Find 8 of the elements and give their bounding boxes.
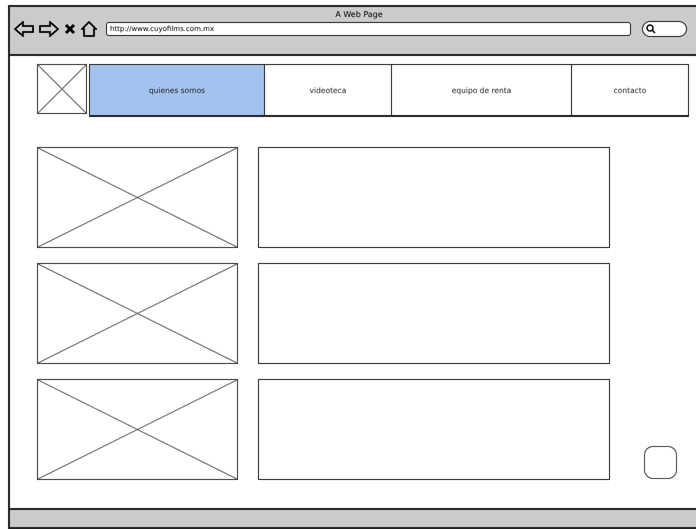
- window-title: A Web Page: [335, 10, 383, 19]
- search-field[interactable]: [642, 21, 687, 37]
- forward-icon[interactable]: [39, 21, 59, 37]
- scroll-top-button[interactable]: [644, 446, 677, 479]
- home-icon[interactable]: [81, 21, 97, 37]
- back-icon[interactable]: [14, 21, 34, 37]
- search-icon: [646, 24, 656, 34]
- close-icon[interactable]: [64, 23, 76, 35]
